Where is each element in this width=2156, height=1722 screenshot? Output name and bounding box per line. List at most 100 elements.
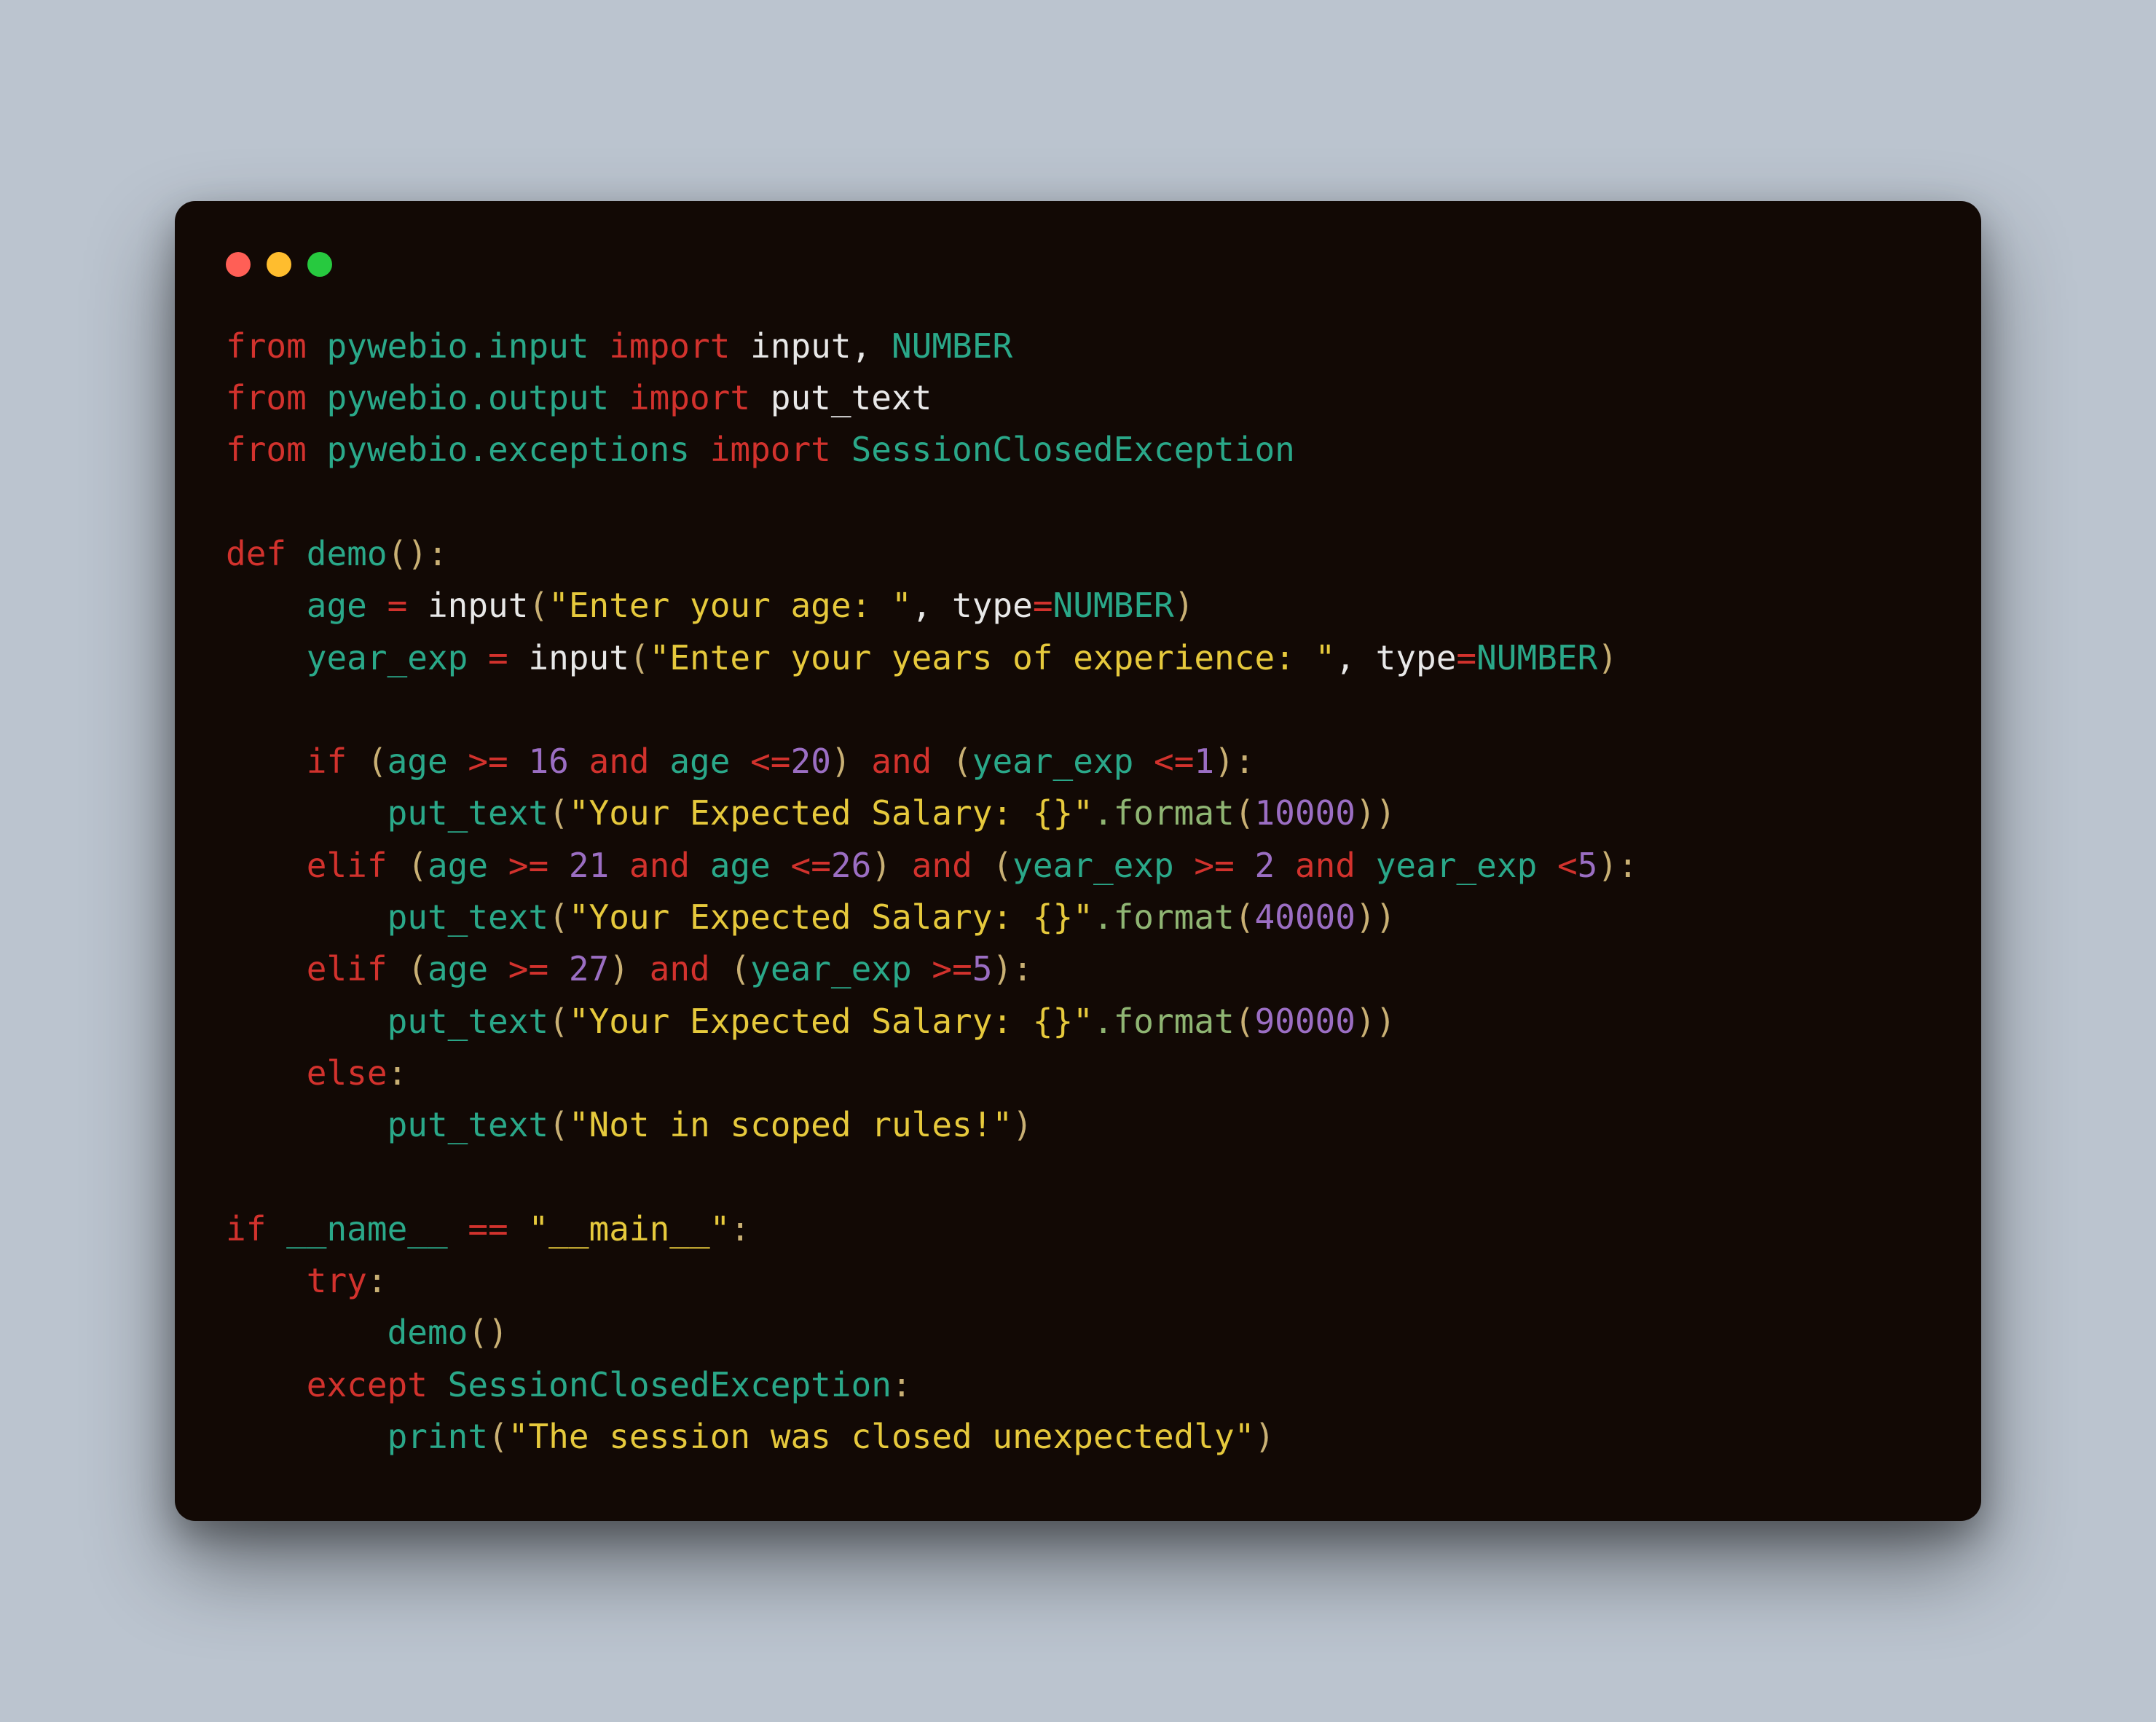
code-token: except [307, 1365, 448, 1404]
code-token: , [912, 586, 952, 625]
close-icon[interactable] [226, 252, 251, 277]
code-token: = [1456, 638, 1476, 677]
code-token: ( [407, 949, 428, 988]
code-token: and [629, 949, 730, 988]
code-token: 10000 [1254, 793, 1355, 833]
code-token: (): [387, 534, 448, 573]
code-token: year_exp [972, 742, 1154, 781]
code-token: , [851, 326, 892, 366]
code-token: age [428, 846, 508, 885]
code-token: ( [1235, 1002, 1255, 1041]
code-token: ( [992, 846, 1012, 885]
code-token: "Enter your years of experience: " [650, 638, 1336, 677]
code-token [226, 897, 387, 937]
code-token: == [468, 1209, 528, 1249]
code-token: = [488, 638, 528, 677]
code-token [226, 1002, 387, 1041]
code-token: < [1557, 846, 1578, 885]
code-token: )) [1356, 1002, 1396, 1041]
code-token: if [226, 1209, 286, 1249]
code-token: age [710, 846, 791, 885]
zoom-icon[interactable] [307, 252, 332, 277]
code-token: 2 [1255, 846, 1275, 885]
code-token: import [710, 430, 851, 469]
code-token [226, 793, 387, 833]
code-token: ) [871, 846, 892, 885]
code-token: >= [508, 949, 569, 988]
code-token: import [629, 378, 771, 417]
code-token: year_exp [307, 638, 488, 677]
code-token: __name__ [286, 1209, 468, 1249]
code-token: put_text [387, 897, 549, 937]
code-token: = [1033, 586, 1053, 625]
code-token: , [1335, 638, 1375, 677]
code-token [226, 1417, 387, 1456]
code-token: age [307, 586, 387, 625]
code-token: .format [1093, 897, 1235, 937]
code-token: )) [1356, 793, 1396, 833]
code-token: "Your Expected Salary: {}" [569, 793, 1093, 833]
code-token: : [730, 1209, 750, 1249]
code-token: >= [508, 846, 569, 885]
code-token: from [226, 378, 326, 417]
code-token: input [750, 326, 851, 366]
code-token: 40000 [1254, 897, 1355, 937]
code-token: : [387, 1053, 408, 1093]
code-token [226, 1053, 307, 1093]
code-token: import [609, 326, 750, 366]
code-token: "Your Expected Salary: {}" [569, 897, 1093, 937]
code-token: try [307, 1261, 367, 1300]
code-token: "Not in scoped rules!" [569, 1105, 1012, 1144]
code-token: ): [1214, 742, 1254, 781]
code-token: ): [992, 949, 1032, 988]
code-token: NUMBER [1476, 638, 1597, 677]
code-token [226, 846, 307, 885]
code-token [226, 1105, 387, 1144]
code-token: NUMBER [1053, 586, 1174, 625]
code-token: pywebio.exceptions [326, 430, 709, 469]
code-token: ( [488, 1417, 508, 1456]
code-token: demo [387, 1313, 468, 1352]
code-token: ( [548, 793, 569, 833]
code-token: >= [1194, 846, 1254, 885]
code-token: ( [548, 897, 569, 937]
code-token: input [528, 638, 629, 677]
code-token: ( [407, 846, 428, 885]
code-token: ( [548, 1105, 569, 1144]
code-token: <= [791, 846, 831, 885]
code-token: 21 [569, 846, 609, 885]
code-token: ( [528, 586, 548, 625]
code-token: 26 [831, 846, 871, 885]
code-block: from pywebio.input import input, NUMBER … [226, 321, 1930, 1463]
code-token: "Your Expected Salary: {}" [569, 1002, 1093, 1041]
code-token: from [226, 326, 326, 366]
code-token: ( [548, 1002, 569, 1041]
code-token: <= [1154, 742, 1194, 781]
code-token: and [569, 742, 669, 781]
code-token: = [387, 586, 428, 625]
code-token: 5 [972, 949, 993, 988]
code-token: 5 [1578, 846, 1598, 885]
code-token: NUMBER [892, 326, 1012, 366]
code-token: ( [629, 638, 650, 677]
code-token: ) [1254, 1417, 1275, 1456]
window-titlebar [226, 252, 1930, 277]
code-token: <= [750, 742, 790, 781]
code-token: put_text [771, 378, 932, 417]
code-token: .format [1093, 1002, 1235, 1041]
code-token: type [1376, 638, 1457, 677]
code-token: 27 [569, 949, 609, 988]
code-token [226, 949, 307, 988]
code-token: put_text [387, 1105, 549, 1144]
code-token: 20 [791, 742, 831, 781]
code-token: and [851, 742, 952, 781]
code-token: ( [952, 742, 972, 781]
code-token: ) [609, 949, 629, 988]
minimize-icon[interactable] [267, 252, 291, 277]
code-token: "__main__" [528, 1209, 730, 1249]
code-token: and [1275, 846, 1375, 885]
code-token [226, 1313, 387, 1352]
code-token: elif [307, 846, 407, 885]
code-token: pywebio.output [326, 378, 629, 417]
code-token: ) [1174, 586, 1195, 625]
